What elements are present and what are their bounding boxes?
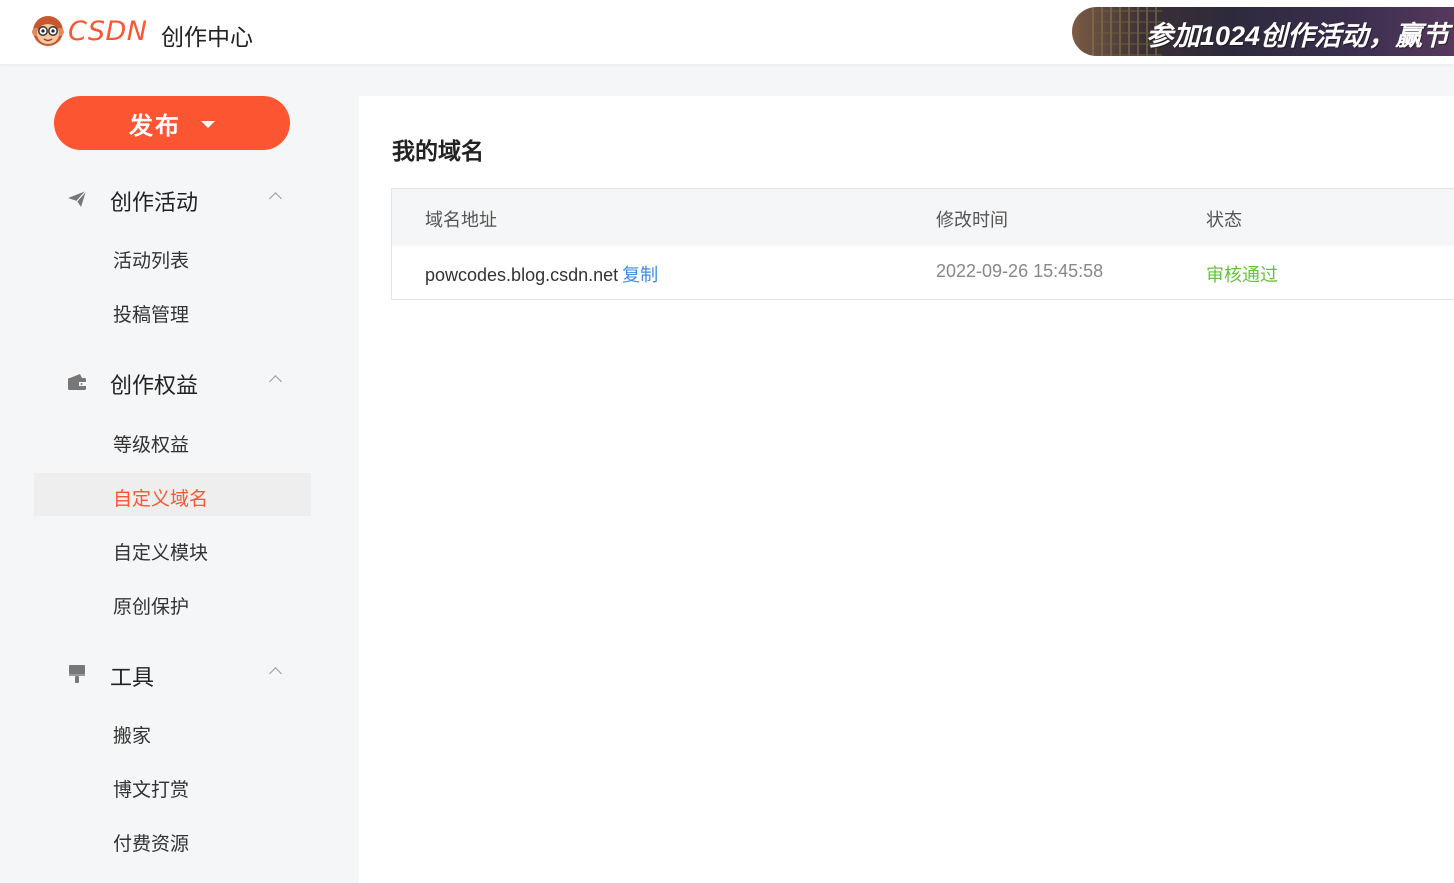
domain-table: 域名地址 修改时间 状态 powcodes.blog.csdn.net 复制 20… [391, 188, 1454, 300]
banner-text: 参加1024创作活动，赢节 [1146, 21, 1450, 51]
column-header-status: 状态 [1206, 210, 1242, 230]
sidebar-item-paid-resources[interactable]: 付费资源 [34, 818, 311, 861]
sidebar-item-label: 原创保护 [113, 597, 190, 618]
top-header: CSDN 创作中心 参加1024创作活动，赢节 [0, 0, 1454, 64]
sidebar-item-migration[interactable]: 搬家 [34, 710, 311, 753]
chevron-up-icon [269, 375, 282, 388]
monkey-logo-icon [32, 16, 64, 46]
header-title: 创作中心 [161, 24, 253, 50]
sidebar-item-label: 等级权益 [113, 435, 190, 456]
sidebar-item-label: 自定义域名 [113, 489, 209, 510]
table-header: 域名地址 修改时间 状态 [392, 189, 1454, 246]
group-creator-benefits[interactable]: 创作权益 [0, 361, 358, 401]
sidebar-item-label: 付费资源 [113, 834, 190, 855]
sidebar-item-submission-management[interactable]: 投稿管理 [34, 289, 311, 332]
status-text: 审核通过 [1206, 265, 1278, 285]
page-title: 我的域名 [392, 138, 484, 164]
sidebar-item-label: 投稿管理 [113, 305, 190, 326]
group-tools[interactable]: 工具 [0, 653, 358, 693]
sidebar-item-label: 博文打赏 [113, 780, 190, 801]
group-creation-activity[interactable]: 创作活动 [0, 178, 358, 218]
sidebar-item-custom-module[interactable]: 自定义模块 [34, 527, 311, 570]
sidebar-item-label: 自定义模块 [113, 543, 209, 564]
domain-address: powcodes.blog.csdn.net [425, 265, 619, 285]
modified-time: 2022-09-26 15:45:58 [936, 261, 1104, 281]
sidebar-item-original-protection[interactable]: 原创保护 [34, 581, 311, 624]
group-label: 工具 [110, 665, 155, 690]
paint-brush-icon [69, 665, 85, 683]
caret-down-icon [201, 121, 215, 128]
domain-cell: powcodes.blog.csdn.net 复制 [425, 261, 658, 287]
main-panel: 我的域名 域名地址 修改时间 状态 powcodes.blog.csdn.net… [359, 96, 1454, 883]
column-header-modified: 修改时间 [936, 210, 1008, 230]
logo-text: CSDN [68, 15, 148, 47]
chevron-up-icon [269, 667, 282, 680]
sidebar-item-label: 活动列表 [113, 251, 190, 272]
group-label: 创作权益 [110, 373, 199, 398]
sidebar-item-level-benefits[interactable]: 等级权益 [34, 419, 311, 462]
sidebar-item-label: 搬家 [113, 726, 152, 747]
paper-plane-icon [68, 190, 87, 207]
group-label: 创作活动 [110, 190, 199, 215]
publish-label: 发布 [129, 112, 181, 140]
sidebar-item-custom-domain[interactable]: 自定义域名 [34, 473, 311, 516]
chevron-up-icon [269, 192, 282, 205]
sidebar-item-activity-list[interactable]: 活动列表 [34, 235, 311, 278]
table-row: powcodes.blog.csdn.net 复制 2022-09-26 15:4… [392, 246, 1454, 300]
wallet-icon [68, 374, 86, 390]
csdn-logo[interactable]: CSDN [30, 13, 147, 49]
sidebar: 发布 创作活动 活动列表 投稿管理 创作权益 等级权益 自定义域名 自定义模块 [0, 64, 358, 883]
promo-banner[interactable]: 参加1024创作活动，赢节 [1072, 7, 1454, 56]
copy-link[interactable]: 复制 [622, 265, 658, 285]
sidebar-item-post-tipping[interactable]: 博文打赏 [34, 764, 311, 807]
publish-button[interactable]: 发布 [54, 96, 290, 150]
column-header-domain: 域名地址 [425, 210, 497, 230]
